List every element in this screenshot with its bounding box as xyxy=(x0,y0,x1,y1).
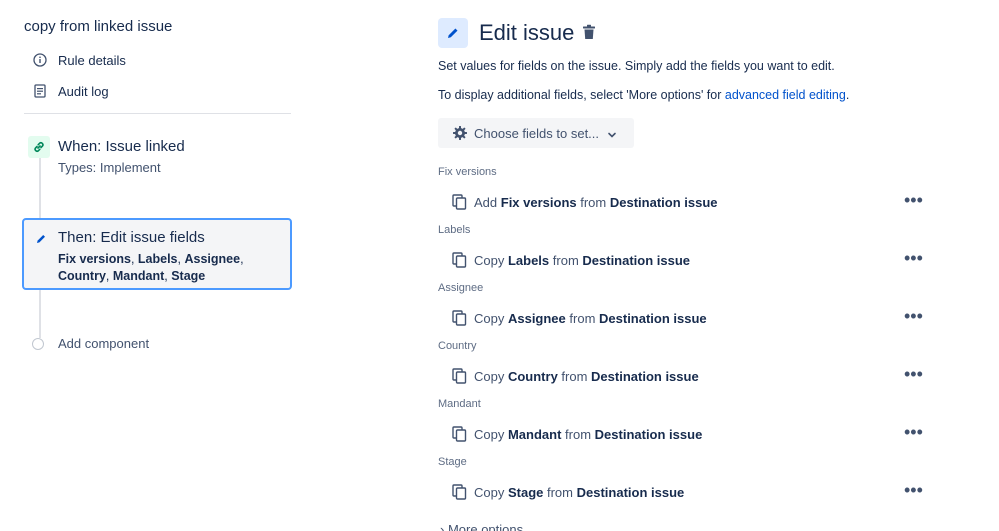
field-operation-row[interactable]: Copy Labels from Destination issue ••• xyxy=(438,248,938,272)
action-field-name: Assignee xyxy=(184,252,241,266)
action-field-list: Fix versions, Labels, Assignee, Country,… xyxy=(58,252,244,283)
trigger-title: When: Issue linked xyxy=(58,138,185,155)
rule-details-link[interactable]: Rule details xyxy=(32,50,126,70)
add-component-dot xyxy=(32,337,44,350)
field-label: Labels xyxy=(438,224,471,236)
more-actions-icon[interactable]: ••• xyxy=(904,481,923,499)
action-field-name: Mandant xyxy=(112,269,165,283)
more-options-label: More options xyxy=(447,522,524,531)
field-operation-row[interactable]: Copy Mandant from Destination issue ••• xyxy=(438,422,938,446)
copy-icon xyxy=(452,252,468,268)
action-component[interactable]: Then: Edit issue fields Fix versions, La… xyxy=(22,218,292,290)
field-operation-text: Copy Stage from Destination issue xyxy=(474,484,685,500)
field-operation-text: Copy Mandant from Destination issue xyxy=(474,426,703,442)
field-label: Fix versions xyxy=(438,166,497,178)
action-field-name: Labels xyxy=(137,252,178,266)
field-group: Country Copy Country from Destination iss… xyxy=(438,340,938,388)
action-field-name: Country xyxy=(58,269,106,283)
pencil-icon xyxy=(30,228,52,250)
copy-icon xyxy=(452,310,468,326)
more-actions-icon[interactable]: ••• xyxy=(904,307,923,325)
more-options-toggle[interactable]: › More options xyxy=(440,522,523,531)
rule-title: copy from linked issue xyxy=(24,18,173,35)
action-title: Then: Edit issue fields xyxy=(58,229,205,246)
divider xyxy=(24,113,291,114)
pencil-icon xyxy=(438,18,468,48)
chevron-right-icon: › xyxy=(440,522,445,531)
trigger-subtitle: Types: Implement xyxy=(58,160,161,175)
action-field-name: Stage xyxy=(171,269,206,283)
field-group: Mandant Copy Mandant from Destination iss… xyxy=(438,398,938,446)
more-actions-icon[interactable]: ••• xyxy=(904,191,923,209)
editor-description: Set values for fields on the issue. Simp… xyxy=(438,59,835,73)
info-icon xyxy=(32,52,48,68)
add-component-label: Add component xyxy=(58,336,150,351)
field-operation-text: Copy Labels from Destination issue xyxy=(474,252,691,268)
trash-icon[interactable] xyxy=(582,24,598,42)
page-title: Edit issue xyxy=(479,20,575,45)
more-actions-icon[interactable]: ••• xyxy=(904,249,923,267)
field-group: Stage Copy Stage from Destination issue ••… xyxy=(438,456,938,504)
field-operation-text: Copy Country from Destination issue xyxy=(474,368,699,384)
choose-fields-label: Choose fields to set... xyxy=(474,125,600,141)
field-operation-text: Add Fix versions from Destination issue xyxy=(474,194,718,210)
copy-icon xyxy=(452,426,468,442)
add-component-button[interactable]: Add component xyxy=(32,336,149,351)
rule-sidebar: copy from linked issue Rule details Audi… xyxy=(0,0,300,531)
choose-fields-button[interactable]: Choose fields to set... xyxy=(438,118,634,148)
copy-icon xyxy=(452,368,468,384)
copy-icon xyxy=(452,194,468,210)
advanced-field-editing-link[interactable]: advanced field editing xyxy=(725,88,846,102)
audit-log-label: Audit log xyxy=(58,83,109,99)
audit-log-link[interactable]: Audit log xyxy=(32,81,109,101)
field-label: Country xyxy=(438,340,477,352)
additional-info-text: To display additional fields, select 'Mo… xyxy=(438,88,725,102)
action-field-name: Fix versions xyxy=(58,252,131,266)
field-label: Mandant xyxy=(438,398,481,410)
field-operation-row[interactable]: Copy Assignee from Destination issue ••• xyxy=(438,306,938,330)
editor-additional-info: To display additional fields, select 'Mo… xyxy=(438,88,849,102)
field-operation-row[interactable]: Copy Stage from Destination issue ••• xyxy=(438,480,938,504)
field-group: Labels Copy Labels from Destination issue… xyxy=(438,224,938,272)
field-label: Stage xyxy=(438,456,467,468)
gear-icon xyxy=(452,125,468,141)
additional-info-suffix: . xyxy=(845,88,850,102)
link-icon xyxy=(28,136,50,158)
field-operation-row[interactable]: Add Fix versions from Destination issue •… xyxy=(438,190,938,214)
field-operation-row[interactable]: Copy Country from Destination issue ••• xyxy=(438,364,938,388)
field-operation-text: Copy Assignee from Destination issue xyxy=(474,310,707,326)
rule-details-label: Rule details xyxy=(58,52,126,68)
field-group: Fix versions Add Fix versions from Destin… xyxy=(438,166,938,214)
field-label: Assignee xyxy=(438,282,484,294)
chevron-down-icon xyxy=(607,128,617,138)
field-group: Assignee Copy Assignee from Destination i… xyxy=(438,282,938,330)
copy-icon xyxy=(452,484,468,500)
more-actions-icon[interactable]: ••• xyxy=(904,365,923,383)
more-actions-icon[interactable]: ••• xyxy=(904,423,923,441)
document-icon xyxy=(32,83,48,99)
